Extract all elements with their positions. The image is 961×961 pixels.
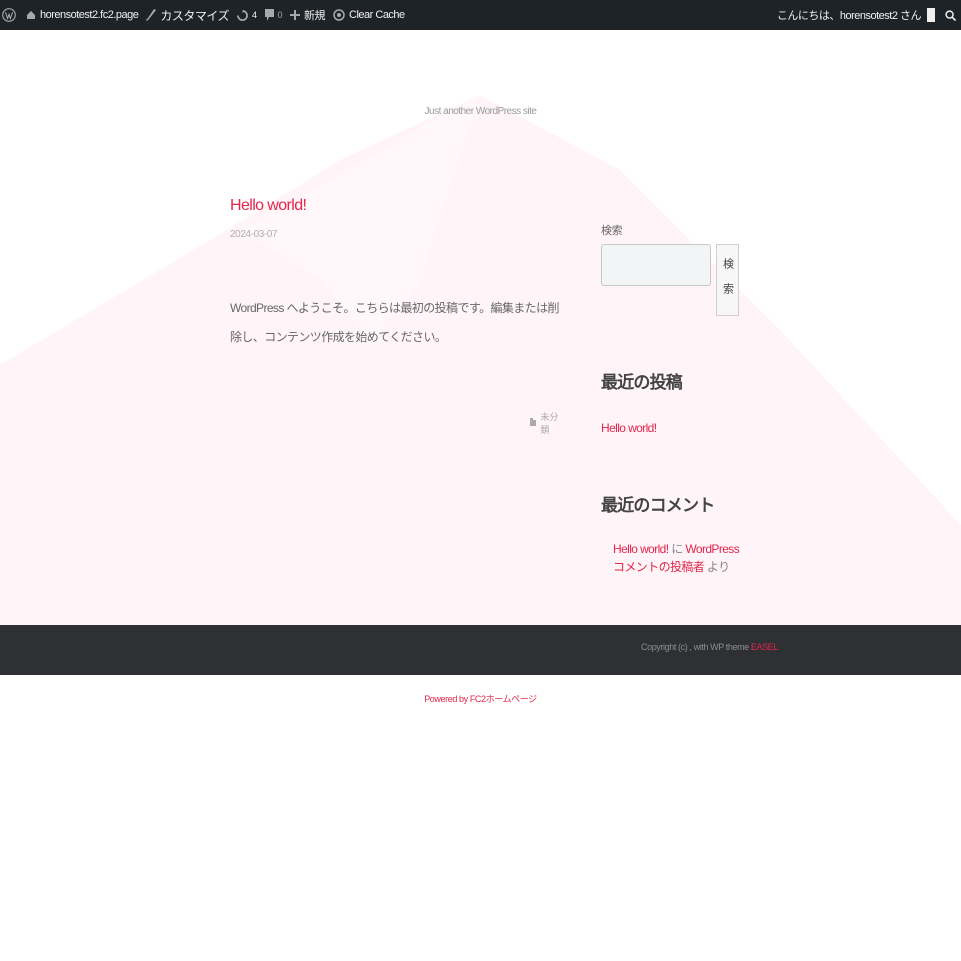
search-button[interactable]: 検索 bbox=[716, 244, 739, 316]
adminbar-search[interactable] bbox=[939, 0, 961, 30]
site-footer: Copyright (c) , with WP theme EASEL bbox=[0, 625, 961, 675]
brush-icon bbox=[146, 9, 157, 21]
recent-post-link[interactable]: Hello world! bbox=[601, 421, 741, 435]
home-icon bbox=[27, 11, 35, 19]
clear-cache-menu[interactable]: Clear Cache bbox=[329, 0, 409, 30]
copyright-prefix: Copyright (c) , with WP theme bbox=[641, 642, 751, 652]
post-date: 2024-03-07 bbox=[230, 229, 278, 240]
comments-count: 0 bbox=[277, 10, 283, 20]
recent-posts-heading: 最近の投稿 bbox=[601, 373, 683, 392]
avatar bbox=[927, 8, 935, 22]
comment-post-link[interactable]: Hello world! bbox=[613, 542, 669, 556]
clear-cache-label: Clear Cache bbox=[349, 9, 405, 21]
wordpress-icon bbox=[2, 8, 16, 22]
sidebar: 検索 検索 最近の投稿 Hello world! 最近のコメント Hello w… bbox=[601, 222, 741, 576]
updates-menu[interactable]: 4 bbox=[233, 0, 261, 30]
recent-comment-item: Hello world! に WordPress コメントの投稿者 より bbox=[613, 540, 741, 576]
post-category[interactable]: 未分類 bbox=[530, 410, 565, 436]
greeting-label: こんにちは、horensotest2 さん bbox=[776, 10, 922, 22]
site-name-menu[interactable]: horensotest2.fc2.page bbox=[22, 0, 142, 30]
cache-icon bbox=[333, 9, 345, 21]
search-input[interactable] bbox=[601, 244, 711, 286]
folder-icon bbox=[530, 418, 537, 426]
updates-icon bbox=[237, 9, 248, 21]
post-article: Hello world! 2024-03-07 WordPress へようこそ。… bbox=[230, 197, 565, 435]
search-icon bbox=[944, 9, 956, 21]
comment-connector: に bbox=[668, 542, 686, 556]
customize-label: カスタマイズ bbox=[160, 8, 229, 23]
search-widget-label: 検索 bbox=[601, 225, 623, 237]
wordpress-logo-menu[interactable] bbox=[0, 0, 22, 30]
new-label: 新規 bbox=[304, 10, 326, 22]
copyright-text: Copyright (c) , with WP theme EASEL bbox=[641, 642, 778, 652]
site-name-label: horensotest2.fc2.page bbox=[40, 9, 139, 21]
search-form: 検索 bbox=[601, 244, 741, 316]
plus-icon bbox=[290, 10, 301, 20]
updates-count: 4 bbox=[252, 10, 257, 20]
customize-menu[interactable]: カスタマイズ bbox=[142, 0, 233, 30]
new-content-menu[interactable]: 新規 bbox=[286, 0, 329, 30]
recent-comments-heading: 最近のコメント bbox=[601, 496, 715, 515]
powered-by-link[interactable]: Powered by FC2ホームページ bbox=[0, 692, 961, 705]
post-content: WordPress へようこそ。こちらは最初の投稿です。編集または削除し、コンテ… bbox=[230, 301, 559, 344]
site-tagline: Just another WordPress site bbox=[424, 106, 537, 117]
post-title-link[interactable]: Hello world! bbox=[230, 197, 565, 215]
comments-menu[interactable]: 0 bbox=[261, 0, 287, 30]
post-category-label: 未分類 bbox=[540, 412, 559, 435]
comment-icon bbox=[264, 9, 274, 21]
comment-suffix: より bbox=[704, 560, 730, 574]
admin-bar: horensotest2.fc2.page カスタマイズ 4 0 新規 Clea… bbox=[0, 0, 961, 30]
theme-link[interactable]: EASEL bbox=[751, 642, 778, 652]
my-account-menu[interactable]: こんにちは、horensotest2 さん bbox=[773, 0, 939, 30]
